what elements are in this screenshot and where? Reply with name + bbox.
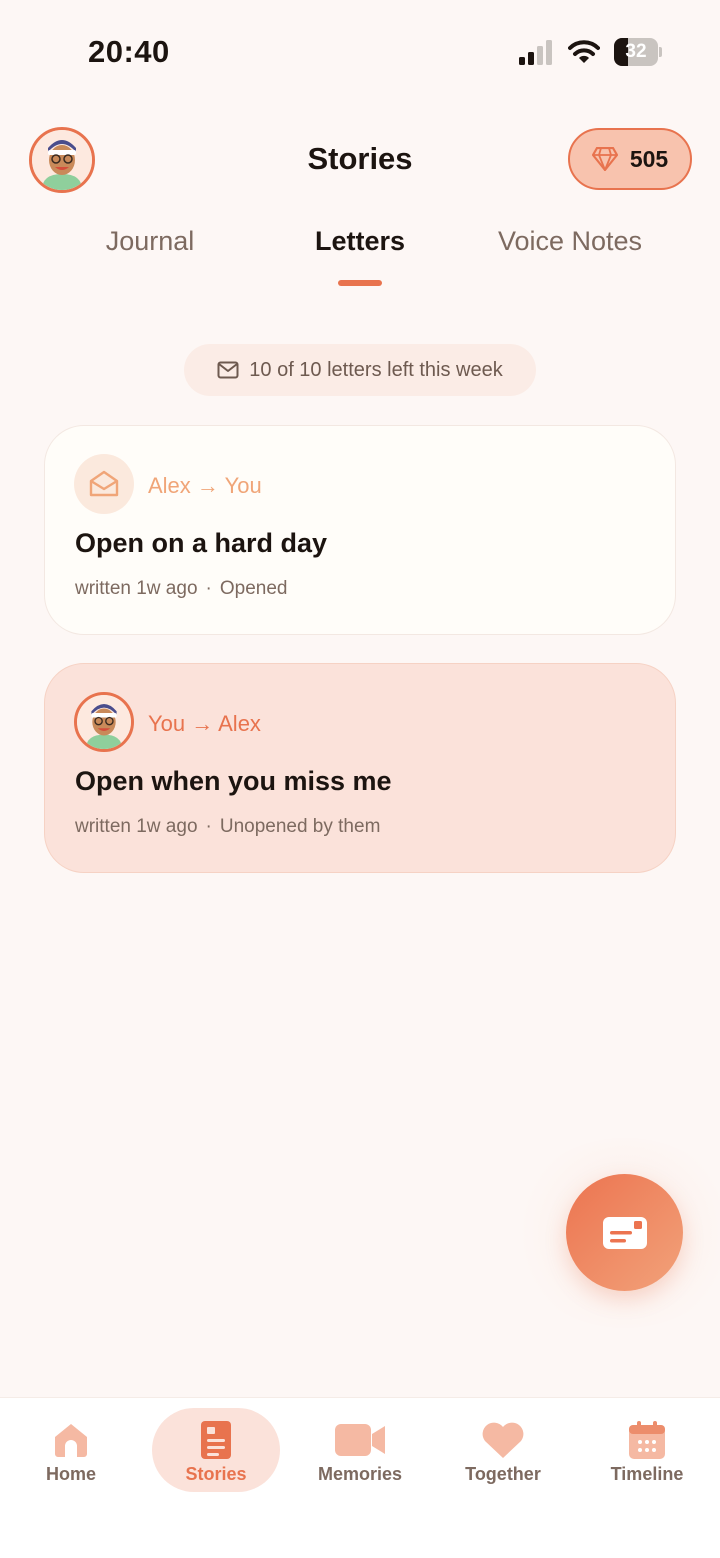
tab-journal[interactable]: Journal (106, 226, 195, 257)
avatar (74, 692, 134, 752)
video-camera-icon (335, 1424, 385, 1456)
tab-bar: Journal Letters Voice Notes (0, 226, 720, 296)
quota-text: 10 of 10 letters left this week (249, 358, 503, 381)
letter-written-time: written 1w ago (75, 816, 198, 837)
letter-title: Open when you miss me (75, 766, 392, 796)
battery-level: 32 (625, 41, 647, 62)
stories-icon (201, 1421, 231, 1459)
gem-balance-button[interactable]: 505 (568, 128, 692, 190)
calendar-icon (629, 1421, 665, 1459)
nav-stories[interactable]: Stories (152, 1408, 280, 1492)
nav-label: Timeline (610, 1464, 684, 1484)
gem-count: 505 (629, 145, 669, 172)
letter-status: Unopened by them (219, 816, 381, 837)
compose-letter-button[interactable] (566, 1174, 683, 1291)
open-envelope-icon (74, 454, 134, 514)
letter-written-time: written 1w ago (75, 578, 198, 599)
active-tab-indicator (338, 280, 382, 286)
status-icons: 32 (518, 38, 662, 66)
header: Stories 505 (0, 125, 720, 195)
battery-icon: 32 (614, 38, 662, 66)
letter-meta: written 1w ago · Opened (75, 578, 288, 599)
nav-label: Together (465, 1464, 541, 1484)
letter-card[interactable]: Alex → You Open on a hard day written 1w… (44, 425, 676, 635)
bottom-nav: Home Stories Memories Together Timeline (0, 1397, 720, 1558)
letter-title: Open on a hard day (75, 528, 328, 558)
letter-sender: You → Alex (148, 711, 261, 736)
tab-letters[interactable]: Letters (315, 226, 405, 257)
nav-label: Stories (185, 1464, 247, 1484)
heart-icon (482, 1422, 524, 1458)
nav-label: Home (45, 1464, 96, 1484)
letter-meta: written 1w ago · Unopened by them (75, 816, 381, 837)
signal-icon (519, 40, 552, 65)
tab-voice-notes[interactable]: Voice Notes (498, 226, 642, 257)
mail-icon (217, 361, 239, 379)
letter-status: Opened (219, 578, 288, 599)
status-bar: 20:40 32 (0, 0, 720, 100)
gem-icon (591, 147, 618, 171)
nav-label: Memories (317, 1464, 403, 1484)
letter-sender: Alex → You (148, 473, 262, 498)
nav-together[interactable]: Together (439, 1408, 567, 1492)
home-icon (55, 1424, 87, 1457)
wifi-icon (568, 40, 600, 63)
compose-letter-icon (602, 1216, 647, 1249)
letter-card[interactable]: You → Alex Open when you miss me written… (44, 663, 676, 873)
nav-memories[interactable]: Memories (296, 1408, 424, 1492)
nav-timeline[interactable]: Timeline (583, 1408, 711, 1492)
nav-home[interactable]: Home (7, 1408, 135, 1492)
status-time: 20:40 (88, 34, 170, 69)
letters-quota-badge: 10 of 10 letters left this week (184, 344, 536, 396)
